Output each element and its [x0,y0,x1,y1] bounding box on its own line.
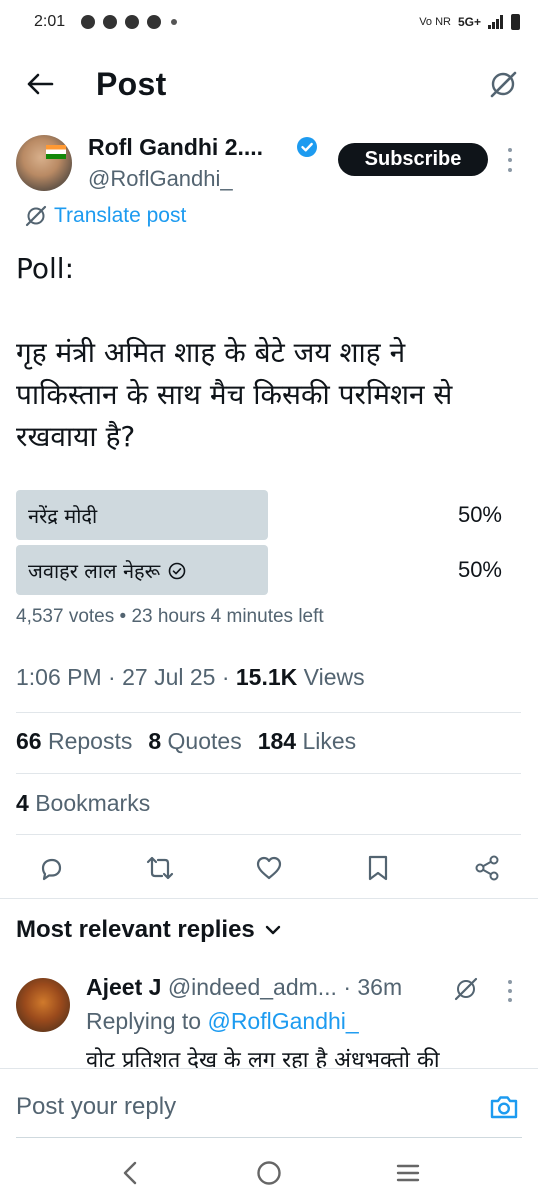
post-header: Post [0,44,538,124]
replying-prefix: Replying to [86,1008,208,1034]
whatsapp-icon [125,15,140,29]
system-status: Vo NR 5G+ [419,14,520,30]
signal-icon [488,15,503,29]
notification-icons [81,15,178,29]
quotes-count: 8 [148,728,162,754]
reposts-stat[interactable]: 66 Reposts [16,728,132,755]
volte-badge: Vo NR [419,16,451,28]
page-title: Post [96,65,167,102]
status-time: 2:01 [34,13,66,30]
divider [16,712,521,713]
bookmark-icon[interactable] [363,853,393,883]
nav-recents-icon[interactable] [388,1153,428,1193]
author-avatar[interactable] [16,135,72,191]
share-icon[interactable] [472,853,502,883]
reply-icon[interactable] [36,853,66,883]
replying-handle-link[interactable]: @RoflGandhi_ [207,1008,358,1034]
reply-composer: Post your reply [0,1068,538,1146]
repost-icon[interactable] [145,853,175,883]
translate-post-link[interactable]: Translate post [24,204,186,228]
bookmarks-label: Bookmarks [35,790,151,816]
chevron-down-icon [265,925,280,935]
poll-option-text: जवाहर लाल नेहरू [28,559,161,583]
divider [16,834,521,835]
likes-count: 184 [257,728,297,754]
reply-more-options-icon[interactable] [506,980,514,1002]
likes-label: Likes [302,728,357,754]
post-line: पाकिस्तान के साथ मैच किसकी परमिशन से [16,378,453,411]
like-heart-icon[interactable] [254,853,284,883]
divider [16,773,521,774]
post-blank-line [16,290,516,332]
quotes-label: Quotes [167,728,242,754]
author-handle[interactable]: @RoflGandhi_ [88,166,233,192]
poll-option-text: नरेंद्र मोदी [28,504,98,528]
nav-back-icon[interactable] [110,1153,150,1193]
system-nav-bar [0,1146,538,1199]
nav-home-icon[interactable] [249,1153,289,1193]
replies-heading-label: Most relevant replies [16,916,255,943]
post-timestamp: 1:06 PM · 27 Jul 25 · 15.1K Views [16,664,365,691]
quotes-stat[interactable]: 8 Quotes [148,728,241,755]
divider [0,898,538,899]
more-notifications-icon [171,19,178,25]
facebook-icon [81,15,96,29]
poll-option: जवाहर लाल नेहरू 50% [16,545,520,595]
compass-icon [147,15,162,29]
network-label: 5G+ [457,15,481,29]
chat-icon [103,15,118,29]
post-actions [36,850,502,886]
verified-badge-icon [297,137,317,157]
translate-label: Translate post [54,204,187,227]
post-text: Poll: गृह मंत्री अमित शाह के बेटे जय शाह… [16,248,516,458]
grok-icon[interactable] [486,67,520,101]
replying-to: Replying to @RoflGandhi_ [86,1008,359,1035]
author-name[interactable]: Rofl Gandhi 2.... [88,134,263,161]
time-date: 1:06 PM · 27 Jul 25 · [16,664,236,690]
flag-icon [46,145,66,159]
reposts-label: Reposts [47,728,133,754]
post-line: रखवाया है? [16,420,136,453]
reposts-count: 66 [16,728,42,754]
status-bar: 2:01 Vo NR 5G+ [0,0,538,44]
grok-translate-icon [25,205,47,227]
poll: नरेंद्र मोदी 50% जवाहर लाल नेहरू 50% [16,490,520,600]
reply-author-name[interactable]: Ajeet J [86,974,161,1000]
grok-icon[interactable] [453,976,479,1002]
reply-item[interactable]: Ajeet J @indeed_adm... · 36m Replying to… [16,968,522,1068]
engagement-stats: 66 Reposts 8 Quotes 184 Likes [16,728,356,755]
battery-icon [511,14,520,30]
more-options-icon[interactable] [506,148,514,172]
poll-option-percent: 50% [457,502,502,527]
back-arrow-icon[interactable] [22,66,58,102]
replies-sort-dropdown[interactable]: Most relevant replies [16,916,281,944]
reply-input[interactable]: Post your reply [16,1093,176,1121]
reply-avatar[interactable] [16,978,70,1032]
poll-option-label: जवाहर लाल नेहरू [28,557,186,584]
bookmarks-stat[interactable]: 4 Bookmarks [16,790,150,817]
reply-author-handle: @indeed_adm... [167,974,337,1000]
bookmarks-count: 4 [16,790,29,816]
reply-age: · 36m [343,974,403,1000]
subscribe-button[interactable]: Subscribe [338,143,488,176]
post-line: Poll: [16,252,75,285]
poll-option: नरेंद्र मोदी 50% [16,490,520,540]
poll-option-label: नरेंद्र मोदी [28,502,97,529]
reply-text: वोट प्रतिशत देख के लग रहा है अंधभक्तो की [86,1048,440,1068]
camera-icon[interactable] [488,1091,520,1123]
views-label: Views [297,664,365,690]
composer-underline [16,1137,522,1138]
check-circle-icon [168,562,186,579]
post-author: Rofl Gandhi 2.... @RoflGandhi_ Subscribe [16,132,522,196]
poll-meta: 4,537 votes • 23 hours 4 minutes left [16,606,324,627]
post-line: गृह मंत्री अमित शाह के बेटे जय शाह ने [16,336,406,369]
poll-option-percent: 50% [457,557,502,582]
reply-header: Ajeet J @indeed_adm... · 36m [86,974,402,1001]
views-count: 15.1K [235,664,298,690]
likes-stat[interactable]: 184 Likes [258,728,356,755]
